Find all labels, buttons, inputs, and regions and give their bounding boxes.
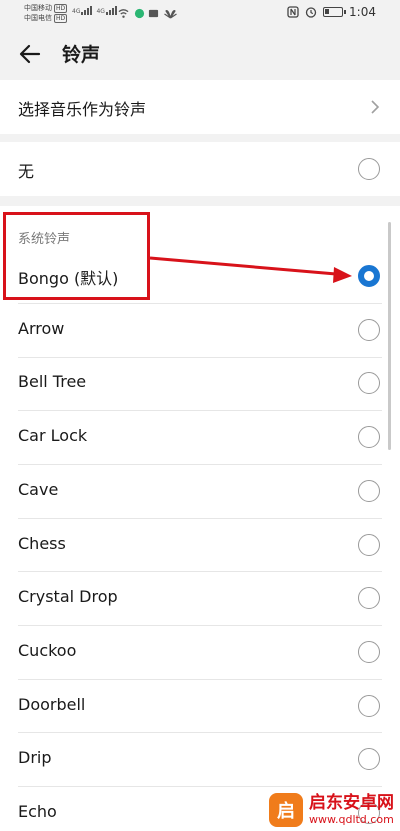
gallery-icon bbox=[148, 9, 159, 18]
radio-button[interactable] bbox=[358, 640, 380, 663]
annotation-highlight-box bbox=[3, 212, 150, 300]
ringtone-label: Arrow bbox=[18, 318, 65, 338]
ringtone-row[interactable]: Crystal Drop bbox=[0, 572, 400, 624]
radio-button[interactable] bbox=[358, 318, 380, 341]
none-label: 无 bbox=[18, 162, 35, 181]
huawei-logo-icon bbox=[164, 10, 177, 19]
clock: 1:04 bbox=[349, 5, 376, 19]
scrollbar[interactable] bbox=[388, 222, 391, 450]
ringtone-row[interactable]: Chess bbox=[0, 519, 400, 571]
ringtone-row[interactable]: Cave bbox=[0, 465, 400, 517]
ringtone-label: Drip bbox=[18, 748, 52, 768]
app-header: 铃声 bbox=[0, 28, 400, 80]
page-title: 铃声 bbox=[62, 44, 101, 66]
choose-music-row[interactable]: 选择音乐作为铃声 bbox=[0, 80, 400, 134]
back-arrow-icon[interactable] bbox=[18, 42, 42, 66]
ringtone-label: Crystal Drop bbox=[18, 587, 118, 607]
network-type-2: 4G bbox=[96, 8, 105, 15]
ringtone-label: Car Lock bbox=[18, 426, 88, 446]
signal-indicators: 4G 4G bbox=[72, 6, 117, 15]
wifi-icon bbox=[118, 9, 129, 18]
ringtone-label: Cuckoo bbox=[18, 640, 77, 660]
choose-music-label: 选择音乐作为铃声 bbox=[18, 100, 147, 119]
watermark-name: 启东安卓网 bbox=[309, 793, 394, 813]
watermark-logo-icon: 启 bbox=[269, 793, 303, 827]
network-type-1: 4G bbox=[72, 8, 81, 15]
ringtone-label: Bell Tree bbox=[18, 372, 87, 392]
signal-bars-icon bbox=[105, 6, 117, 15]
radio-button[interactable] bbox=[358, 479, 380, 502]
chevron-right-icon bbox=[371, 100, 380, 114]
battery-icon bbox=[323, 7, 347, 17]
carrier-2: 中国电信 bbox=[24, 14, 52, 22]
none-row[interactable]: 无 bbox=[0, 142, 400, 196]
ringtone-row[interactable]: Doorbell bbox=[0, 680, 400, 732]
radio-button[interactable] bbox=[358, 694, 380, 717]
alarm-icon bbox=[305, 7, 317, 18]
ringtone-row[interactable]: Bell Tree bbox=[0, 357, 400, 409]
ringtone-label: Echo bbox=[18, 802, 57, 821]
ringtone-label: Doorbell bbox=[18, 694, 86, 714]
hd-badge: HD bbox=[54, 13, 68, 23]
radio-button[interactable] bbox=[358, 748, 380, 771]
system-status: 1:04 bbox=[287, 5, 376, 19]
nfc-icon bbox=[287, 6, 299, 18]
ringtone-row[interactable]: Drip bbox=[0, 733, 400, 785]
radio-button[interactable] bbox=[358, 587, 380, 610]
watermark-url: www.qdltd.com bbox=[309, 813, 394, 826]
notification-dot-icon bbox=[134, 8, 145, 19]
radio-button[interactable] bbox=[358, 372, 380, 395]
hd-badge: HD bbox=[54, 3, 68, 13]
radio-button[interactable] bbox=[358, 533, 380, 556]
ringtone-label: Chess bbox=[18, 533, 66, 553]
ringtone-row[interactable]: Car Lock bbox=[0, 411, 400, 463]
carrier-1: 中国移动 bbox=[24, 4, 52, 12]
signal-bars-icon bbox=[81, 6, 93, 15]
ringtone-row[interactable]: Arrow bbox=[0, 304, 400, 356]
status-bar: 中国移动 HD 中国电信 HD 4G 4G 1:04 bbox=[0, 0, 400, 28]
watermark: 启 启东安卓网 www.qdltd.com bbox=[269, 793, 394, 827]
radio-button[interactable] bbox=[358, 426, 380, 449]
ringtone-row[interactable]: Cuckoo bbox=[0, 626, 400, 678]
ringtone-label: Cave bbox=[18, 479, 59, 499]
carrier-info: 中国移动 HD 中国电信 HD bbox=[24, 3, 68, 23]
radio-button-selected[interactable] bbox=[358, 265, 380, 287]
radio-button[interactable] bbox=[358, 158, 380, 180]
